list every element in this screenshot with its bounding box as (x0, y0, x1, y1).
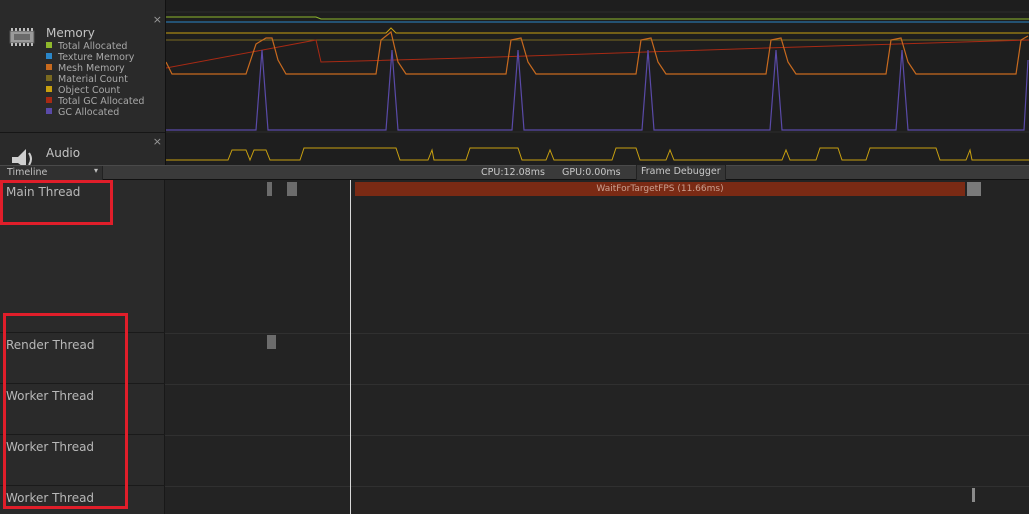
legend-swatch (46, 75, 52, 81)
memory-legend: Total Allocated Texture Memory Mesh Memo… (46, 41, 144, 118)
legend-item[interactable]: Object Count (46, 85, 144, 96)
chevron-down-icon: ▾ (93, 166, 98, 175)
divider (165, 333, 1029, 334)
memory-graph-lines (166, 11, 1029, 162)
memory-module[interactable]: Memory × Total Allocated Texture Memory … (0, 0, 165, 133)
legend-swatch (46, 53, 52, 59)
divider (165, 486, 1029, 487)
legend-swatch (46, 86, 52, 92)
legend-item[interactable]: Mesh Memory (46, 63, 144, 74)
audio-module[interactable]: Audio × (0, 133, 165, 166)
gc-allocated-line (166, 49, 1029, 131)
frame-cursor-line (350, 180, 351, 514)
highlight-box-main-thread (0, 180, 113, 225)
view-mode-label: Timeline (7, 167, 48, 178)
mesh-memory-line (166, 30, 1029, 75)
legend-swatch (46, 97, 52, 103)
legend-swatch (46, 42, 52, 48)
divider (165, 435, 1029, 436)
audio-graph-line (166, 147, 1029, 162)
memory-module-title: Memory (46, 26, 95, 40)
audio-close-icon[interactable]: × (153, 135, 162, 148)
timeline-sample[interactable] (267, 335, 276, 349)
timeline-sample[interactable] (972, 488, 975, 502)
profiler-toolbar: Timeline ▾ CPU:12.08ms GPU:0.00ms Frame … (0, 165, 1029, 181)
timeline-area[interactable] (165, 180, 1029, 514)
memory-close-icon[interactable]: × (153, 13, 162, 26)
timeline-sample[interactable] (267, 182, 272, 196)
legend-item[interactable]: GC Allocated (46, 107, 144, 118)
wait-for-target-fps-sample[interactable]: WaitForTargetFPS (11.66ms) (355, 182, 965, 196)
highlight-box-other-threads (3, 313, 128, 509)
cpu-time-readout: CPU:12.08ms (481, 167, 545, 178)
gpu-time-readout: GPU:0.00ms (562, 167, 621, 178)
legend-swatch (46, 64, 52, 70)
divider (165, 384, 1029, 385)
legend-item[interactable]: Total GC Allocated (46, 96, 144, 107)
memory-graph[interactable] (165, 0, 1029, 165)
total-allocated-line (166, 16, 1029, 20)
legend-item[interactable]: Total Allocated (46, 41, 144, 52)
total-gc-allocated-line (166, 39, 1029, 69)
object-count-line (166, 27, 1029, 34)
view-mode-dropdown[interactable]: Timeline ▾ (0, 166, 103, 180)
profiler-modules-panel: Memory × Total Allocated Texture Memory … (0, 0, 165, 166)
audio-module-title: Audio (46, 146, 81, 160)
timeline-sample[interactable] (287, 182, 297, 196)
legend-item[interactable]: Material Count (46, 74, 144, 85)
frame-debugger-button[interactable]: Frame Debugger (636, 165, 726, 181)
memory-chip-icon (9, 28, 35, 46)
timeline-sample[interactable] (967, 182, 981, 196)
legend-item[interactable]: Texture Memory (46, 52, 144, 63)
legend-swatch (46, 108, 52, 114)
speaker-icon (12, 149, 32, 165)
